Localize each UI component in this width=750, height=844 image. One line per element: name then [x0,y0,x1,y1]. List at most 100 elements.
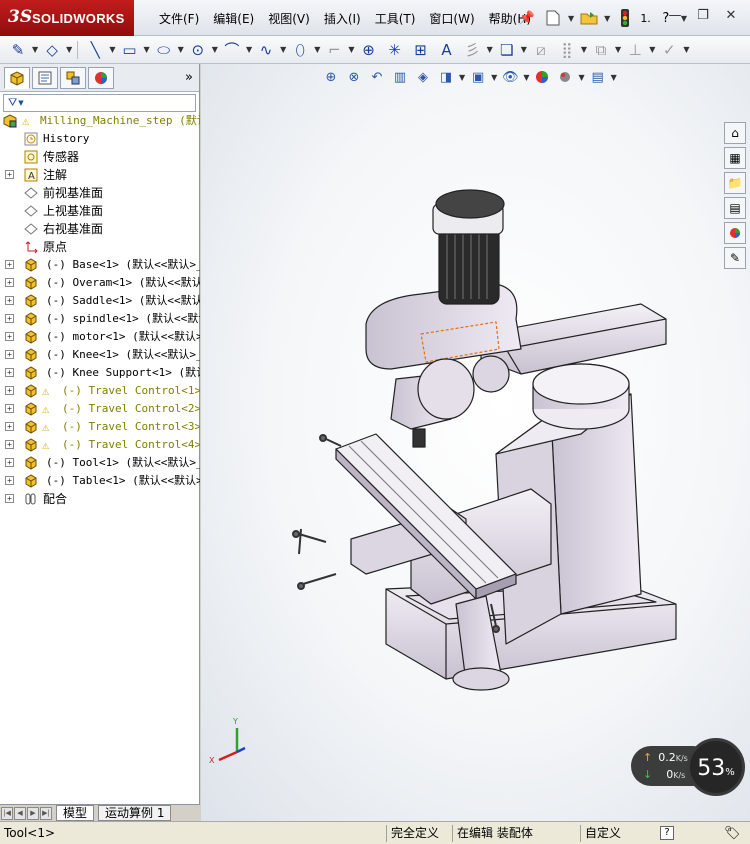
tree-part-saddle[interactable]: + (-) Saddle<1> (默认<<默认> [0,292,200,310]
circle-icon[interactable]: ⊙ [186,39,210,61]
rebuild-traffic-light-icon[interactable] [614,7,636,29]
status-units[interactable]: 自定义 [580,825,621,842]
ellipse-icon[interactable]: ⬯ [288,39,312,61]
arc-dropdown-icon[interactable]: ▼ [246,45,252,54]
prev-tab-icon[interactable]: ◀ [14,806,26,820]
line-icon[interactable]: ╲ [83,39,107,61]
point-icon[interactable]: ✳ [383,39,407,61]
orientation-dropdown-icon[interactable]: ▼ [459,73,465,82]
rectangle-dropdown-icon[interactable]: ▼ [143,45,149,54]
view-orientation-icon[interactable]: ◨ [436,67,456,87]
menu-view[interactable]: 视图(V) [261,10,317,27]
expand-icon[interactable]: + [5,260,14,269]
expand-icon[interactable]: + [5,458,14,467]
fillet-dropdown-icon[interactable]: ▼ [348,45,354,54]
spline-icon[interactable]: ∿ [254,39,278,61]
line-dropdown-icon[interactable]: ▼ [109,45,115,54]
open-folder-icon[interactable] [578,7,600,29]
menu-file[interactable]: 文件(F) [152,10,206,27]
tree-part-tool[interactable]: + (-) Tool<1> (默认<<默认>_显 [0,454,200,472]
repair-dropdown-icon[interactable]: ▼ [683,45,689,54]
grid-icon[interactable]: ⊞ [409,39,433,61]
view-settings-dropdown-icon[interactable]: ▼ [611,73,617,82]
tree-item-history[interactable]: History [0,130,200,148]
expand-icon[interactable]: + [5,476,14,485]
expand-icon[interactable]: + [5,332,14,341]
filter-dropdown-icon[interactable]: ▼ [18,99,23,107]
previous-view-icon[interactable]: ↶ [367,67,387,87]
expand-icon[interactable]: + [5,170,14,179]
tree-part-spindle[interactable]: + (-) spindle<1> (默认<<默认 [0,310,200,328]
expand-icon[interactable]: + [5,386,14,395]
expand-icon[interactable]: + [5,422,14,431]
edit-appearance-icon[interactable] [532,67,552,87]
tab-model[interactable]: 模型 [56,805,95,821]
tree-item-top-plane[interactable]: 上视基准面 [0,202,200,220]
menu-insert[interactable]: 插入(I) [317,10,368,27]
repair-sketch-icon[interactable]: ✓ [657,39,681,61]
ellipse-dropdown-icon[interactable]: ▼ [314,45,320,54]
tree-part-overam[interactable]: + (-) Overam<1> (默认<<默认>_ [0,274,200,292]
restore-icon[interactable]: ❐ [692,6,714,24]
menu-tools[interactable]: 工具(T) [368,10,423,27]
smart-dimension-icon[interactable]: ◇ [40,39,64,61]
tree-part-travel-control-2[interactable]: + ⚠ (-) Travel Control<2> ( [0,400,200,418]
expand-icon[interactable]: + [5,440,14,449]
sketch-icon[interactable]: ✎ [6,39,30,61]
solidworks-logo[interactable]: 3S SOLIDWORKS [0,0,134,36]
first-tab-icon[interactable]: |◀ [1,806,13,820]
trim-dropdown-icon[interactable]: ▼ [487,45,493,54]
spline-dropdown-icon[interactable]: ▼ [280,45,286,54]
configuration-manager-tab[interactable] [60,66,86,89]
trim-icon[interactable]: 彡 [461,39,485,61]
zoom-to-area-icon[interactable]: ⊗ [344,67,364,87]
tree-part-table[interactable]: + (-) Table<1> (默认<<默认>_ [0,472,200,490]
network-speed-widget[interactable]: ↑ 0.2K/s ↓ 0K/s 53% [631,738,749,796]
file-explorer-icon[interactable]: 📁 [724,172,746,194]
tree-part-travel-control-4[interactable]: + ⚠ (-) Travel Control<4> ( [0,436,200,454]
design-library-icon[interactable]: ▦ [724,147,746,169]
tab-motion-study[interactable]: 运动算例 1 [98,805,172,821]
move-dropdown-icon[interactable]: ▼ [615,45,621,54]
section-view-icon[interactable]: ▥ [390,67,410,87]
appearances-icon[interactable] [724,222,746,244]
menu-window[interactable]: 窗口(W) [422,10,481,27]
rectangle-icon[interactable]: ▭ [117,39,141,61]
expand-icon[interactable]: + [5,404,14,413]
tree-part-base[interactable]: + (-) Base<1> (默认<<默认>_显 [0,256,200,274]
last-tab-icon[interactable]: ▶| [40,806,52,820]
expand-icon[interactable]: + [5,278,14,287]
scene-dropdown-icon[interactable]: ▼ [578,73,584,82]
expand-icon[interactable]: + [5,368,14,377]
tree-item-mates[interactable]: + 配合 [0,490,200,508]
relations-icon[interactable]: ⊥ [623,39,647,61]
move-entities-icon[interactable]: ⧉ [589,39,613,61]
zoom-to-fit-icon[interactable]: ⊕ [321,67,341,87]
display-dropdown-icon[interactable]: ▼ [491,73,497,82]
hide-show-dropdown-icon[interactable]: ▼ [523,73,529,82]
slot-icon[interactable]: ⬭ [152,39,176,61]
tree-part-travel-control-3[interactable]: + ⚠ (-) Travel Control<3> ( [0,418,200,436]
sketch-dropdown-icon[interactable]: ▼ [32,45,38,54]
fillet-icon[interactable]: ⌐ [322,39,346,61]
tree-part-motor[interactable]: + (-) motor<1> (默认<<默认>_ [0,328,200,346]
pattern-dropdown-icon[interactable]: ▼ [581,45,587,54]
hide-show-items-icon[interactable]: 👁 [500,67,520,87]
feature-manager-tab[interactable] [4,66,30,89]
next-tab-icon[interactable]: ▶ [27,806,39,820]
expand-icon[interactable]: + [5,494,14,503]
tree-part-knee[interactable]: + (-) Knee<1> (默认<<默认>_显 [0,346,200,364]
tree-filter[interactable]: ⛛ ▼ [3,94,196,112]
expand-icon[interactable]: + [5,350,14,359]
open-dropdown-icon[interactable]: ▼ [604,14,610,23]
tree-item-origin[interactable]: 原点 [0,238,200,256]
dimension-dropdown-icon[interactable]: ▼ [66,45,72,54]
custom-properties-icon[interactable]: ✎ [724,247,746,269]
display-manager-tab[interactable] [88,66,114,89]
text-icon[interactable]: A [435,39,459,61]
panel-more-icon[interactable]: » [185,70,193,85]
relations-dropdown-icon[interactable]: ▼ [649,45,655,54]
tree-item-annotations[interactable]: + A 注解 [0,166,200,184]
tree-item-right-plane[interactable]: 右视基准面 [0,220,200,238]
dynamic-annotation-icon[interactable]: ◈ [413,67,433,87]
